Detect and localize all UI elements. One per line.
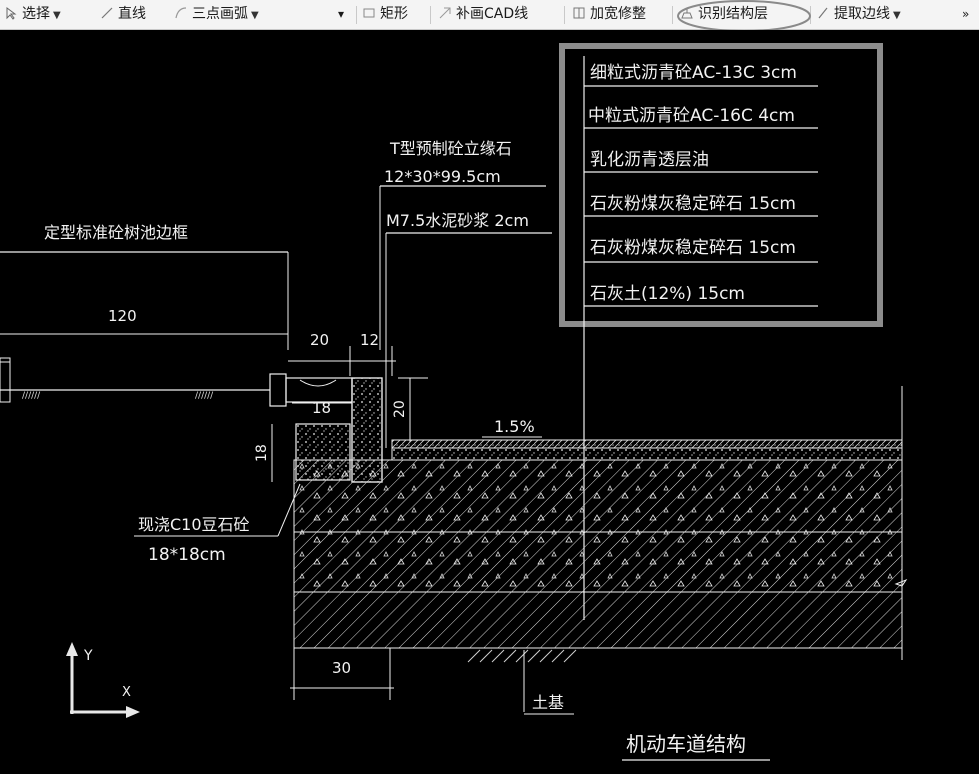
dim-120: 120 <box>108 307 137 325</box>
axis-x-label: X <box>122 685 131 700</box>
layer-3-label: 乳化沥青透层油 <box>590 150 709 170</box>
concrete-label: 现浇C10豆石砼 <box>138 515 250 534</box>
dim-20-top: 20 <box>310 331 329 349</box>
cad-drawing-canvas[interactable]: 细粒式沥青砼AC-13C 3cm 中粒式沥青砼AC-16C 4cm 乳化沥青透层… <box>0 30 979 774</box>
dim-30: 30 <box>332 659 351 677</box>
svg-text://////: ////// <box>22 391 41 401</box>
curb-size-label: 12*30*99.5cm <box>384 167 501 186</box>
mortar-label: M7.5水泥砂浆 2cm <box>386 211 529 230</box>
dim-18-horizontal: 18 <box>312 399 331 417</box>
layer-2-label: 中粒式沥青砼AC-16C 4cm <box>588 106 795 126</box>
layer-1-label: 细粒式沥青砼AC-13C 3cm <box>590 63 797 83</box>
drawing-title: 机动车道结构 <box>626 732 746 756</box>
tree-pit-label: 定型标准砼树池边框 <box>44 223 188 242</box>
cad-toolbar: 选择 ▼ 直线 三点画弧 ▼ ▾ 矩形 补画CAD线 加宽修整 识别结构层 提取边线… <box>0 0 979 32</box>
road-structure-drawing: 细粒式沥青砼AC-13C 3cm 中粒式沥青砼AC-16C 4cm 乳化沥青透层… <box>0 43 908 761</box>
dim-18-vertical: 18 <box>254 444 270 462</box>
layer-4-label: 石灰粉煤灰稳定碎石 15cm <box>590 194 796 214</box>
subgrade-label: 土基 <box>532 693 564 712</box>
layer-5-label: 石灰粉煤灰稳定碎石 15cm <box>590 238 796 258</box>
axis-y-label: Y <box>83 648 93 664</box>
curb-name-label: T型预制砼立缘石 <box>389 139 512 158</box>
ucs-axis-icon <box>66 642 140 718</box>
layer-legend-frame <box>559 43 883 327</box>
svg-text://////: ////// <box>195 391 214 401</box>
layer-6-label: 石灰土(12%) 15cm <box>590 284 745 304</box>
dim-20-vertical: 20 <box>392 400 408 418</box>
concrete-size-label: 18*18cm <box>148 545 226 565</box>
dim-12: 12 <box>360 331 379 349</box>
slope-label: 1.5% <box>494 417 535 436</box>
highlight-ellipse <box>677 0 811 32</box>
